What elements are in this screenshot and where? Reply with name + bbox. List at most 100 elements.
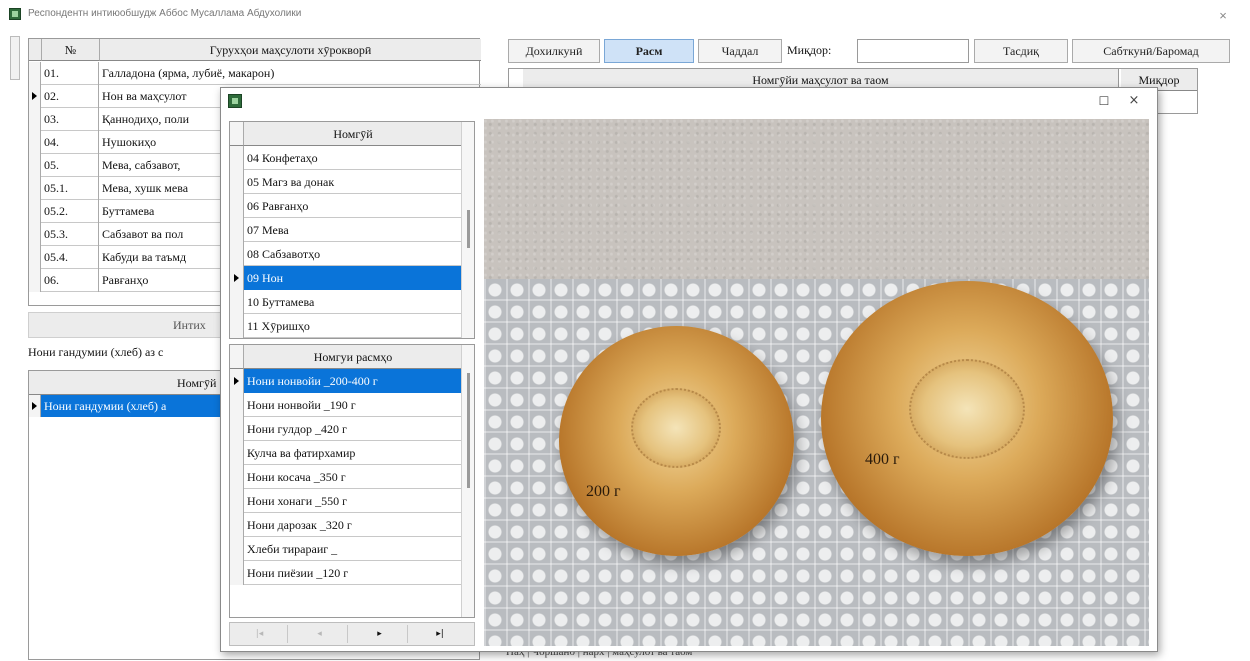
last-record-button[interactable]: ▸| xyxy=(412,625,468,643)
list-item[interactable]: Хлеби тирараиг _ xyxy=(230,537,462,561)
group-number[interactable]: 03. xyxy=(42,108,99,131)
table-button[interactable]: Чаддал xyxy=(698,39,782,63)
selected-product-text: Нони гандумии (хлеб) аз с xyxy=(28,345,164,359)
row-selector[interactable] xyxy=(230,465,244,489)
category-label[interactable]: 11 Хӯришҳо xyxy=(244,314,462,338)
scrollbar-thumb[interactable] xyxy=(467,373,470,488)
maximize-icon[interactable]: ☐ xyxy=(1097,93,1111,109)
subtable-header-label[interactable]: Номгӯй xyxy=(177,376,216,391)
group-number[interactable]: 05.3. xyxy=(42,223,99,246)
photo-label[interactable]: Нони нонвойи _200-400 г xyxy=(244,369,462,393)
row-selector[interactable] xyxy=(29,269,41,292)
list-item[interactable]: 04 Конфетаҳо xyxy=(230,146,462,170)
previous-record-button[interactable]: ◂ xyxy=(292,625,348,643)
row-selector[interactable] xyxy=(29,108,41,131)
photo-label[interactable]: Хлеби тирараиг _ xyxy=(244,537,462,561)
group-number[interactable]: 06. xyxy=(42,269,99,292)
confirm-button[interactable]: Тасдиқ xyxy=(974,39,1068,63)
list-item[interactable]: Нони косача _350 г xyxy=(230,465,462,489)
row-selector[interactable] xyxy=(230,537,244,561)
group-number[interactable]: 05.2. xyxy=(42,200,99,223)
photo-label[interactable]: Нони хонаги _550 г xyxy=(244,489,462,513)
row-selector[interactable] xyxy=(230,146,244,170)
category-label[interactable]: 05 Магз ва донак xyxy=(244,170,462,194)
row-selector[interactable] xyxy=(230,513,244,537)
category-label[interactable]: 07 Мева xyxy=(244,218,462,242)
group-number[interactable]: 01. xyxy=(42,62,99,85)
category-label[interactable]: 10 Буттамева xyxy=(244,290,462,314)
save-exit-button[interactable]: Сабткунӣ/Баромад xyxy=(1072,39,1230,63)
group-number[interactable]: 05.1. xyxy=(42,177,99,200)
column-header-group[interactable]: Гурухҳои маҳсулоти хӯрокворӣ xyxy=(100,39,481,61)
bread-photo: 200 г 400 г xyxy=(484,119,1149,646)
row-selector[interactable] xyxy=(29,200,41,223)
scrollbar-thumb[interactable] xyxy=(467,210,470,248)
photo-scrollbar[interactable] xyxy=(461,345,474,617)
row-selector[interactable] xyxy=(230,489,244,513)
list-item[interactable]: 07 Мева xyxy=(230,218,462,242)
next-record-button[interactable]: ▸ xyxy=(352,625,408,643)
photo-list-header[interactable]: Номгуи расмҳо xyxy=(244,345,462,369)
photo-button[interactable]: Расм xyxy=(604,39,694,63)
row-selector[interactable] xyxy=(230,369,244,393)
row-selector[interactable] xyxy=(230,290,244,314)
row-selector[interactable] xyxy=(29,154,41,177)
small-bread-label: 200 г xyxy=(586,483,621,500)
list-item[interactable]: Нони дарозак _320 г xyxy=(230,513,462,537)
list-item[interactable]: Нони пиёзии _120 г xyxy=(230,561,462,585)
row-selector[interactable] xyxy=(230,314,244,338)
group-number[interactable]: 05.4. xyxy=(42,246,99,269)
category-label[interactable]: 06 Равғанҳо xyxy=(244,194,462,218)
photo-label[interactable]: Нони пиёзии _120 г xyxy=(244,561,462,585)
row-selector[interactable] xyxy=(29,62,41,85)
category-label[interactable]: 04 Конфетаҳо xyxy=(244,146,462,170)
row-selector[interactable] xyxy=(29,85,41,108)
column-header-number[interactable]: № xyxy=(42,39,100,61)
row-selector[interactable] xyxy=(230,561,244,585)
photo-label[interactable]: Нони гулдор _420 г xyxy=(244,417,462,441)
list-item[interactable]: 11 Хӯришҳо xyxy=(230,314,462,338)
category-list-header[interactable]: Номгӯй xyxy=(244,122,462,146)
list-item[interactable]: Нони нонвойи _200-400 г xyxy=(230,369,462,393)
category-scrollbar[interactable] xyxy=(461,122,474,338)
list-item[interactable]: Нони хонаги _550 г xyxy=(230,489,462,513)
list-item[interactable]: 09 Нон xyxy=(230,266,462,290)
row-selector[interactable] xyxy=(29,131,41,154)
list-item[interactable]: 08 Сабзавотҳо xyxy=(230,242,462,266)
row-selector[interactable] xyxy=(230,194,244,218)
row-selector[interactable] xyxy=(230,242,244,266)
list-item[interactable]: 06 Равғанҳо xyxy=(230,194,462,218)
quantity-input[interactable] xyxy=(857,39,969,63)
intake-label: Интих xyxy=(173,318,206,332)
first-record-button[interactable]: |◂ xyxy=(232,625,288,643)
category-label[interactable]: 08 Сабзавотҳо xyxy=(244,242,462,266)
photo-label[interactable]: Кулча ва фатирхамир xyxy=(244,441,462,465)
photo-label[interactable]: Нони косача _350 г xyxy=(244,465,462,489)
row-selector[interactable] xyxy=(29,177,41,200)
row-selector[interactable] xyxy=(29,395,41,417)
row-selector[interactable] xyxy=(29,246,41,269)
list-item[interactable]: Нони нонвойи _190 г xyxy=(230,393,462,417)
list-item[interactable]: 10 Буттамева xyxy=(230,290,462,314)
row-selector[interactable] xyxy=(230,393,244,417)
group-number[interactable]: 05. xyxy=(42,154,99,177)
window-close-button[interactable]: × xyxy=(1215,8,1231,24)
row-selector[interactable] xyxy=(29,223,41,246)
dialog-close-button[interactable]: × xyxy=(1127,93,1141,109)
photo-label[interactable]: Нони нонвойи _190 г xyxy=(244,393,462,417)
group-name[interactable]: Галладона (ярма, лубиё, макарон) xyxy=(100,62,475,85)
table-row[interactable]: 01. Галладона (ярма, лубиё, макарон) xyxy=(29,62,481,85)
list-item[interactable]: Кулча ва фатирхамир xyxy=(230,441,462,465)
row-selector[interactable] xyxy=(230,417,244,441)
group-number[interactable]: 04. xyxy=(42,131,99,154)
row-selector[interactable] xyxy=(230,266,244,290)
row-selector[interactable] xyxy=(230,441,244,465)
category-label[interactable]: 09 Нон xyxy=(244,266,462,290)
row-selector[interactable] xyxy=(230,218,244,242)
group-number[interactable]: 02. xyxy=(42,85,99,108)
photo-label[interactable]: Нони дарозак _320 г xyxy=(244,513,462,537)
list-item[interactable]: 05 Магз ва донак xyxy=(230,170,462,194)
add-button[interactable]: Дохилкунӣ xyxy=(508,39,600,63)
row-selector[interactable] xyxy=(230,170,244,194)
list-item[interactable]: Нони гулдор _420 г xyxy=(230,417,462,441)
